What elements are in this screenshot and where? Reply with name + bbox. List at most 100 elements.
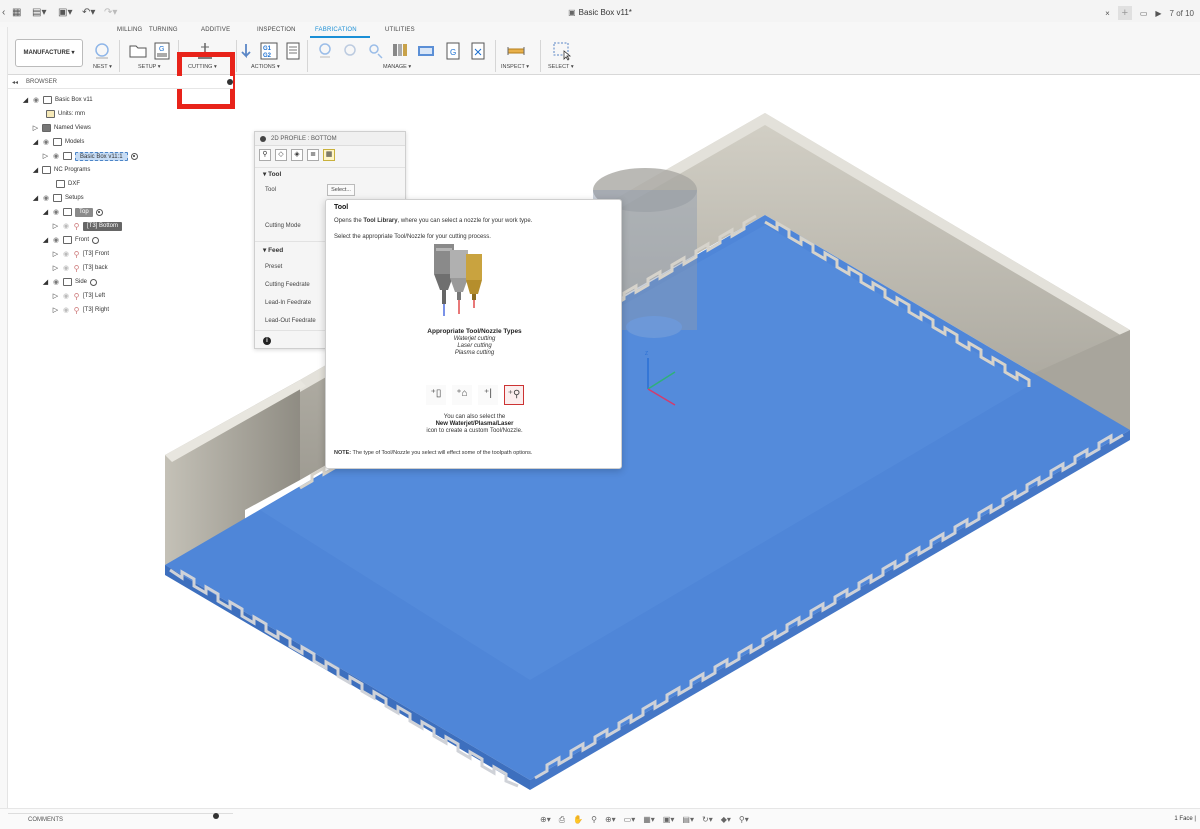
tree-item-root[interactable]: ◢ ◉ Basic Box v11 bbox=[22, 94, 93, 106]
post-doc-icon[interactable] bbox=[468, 41, 488, 61]
collapse-triangle-icon[interactable]: ◢ bbox=[42, 278, 49, 286]
visibility-eye-icon[interactable]: ◉ bbox=[52, 208, 60, 216]
visibility-eye-icon[interactable]: ◉ bbox=[52, 236, 60, 244]
setup-radio[interactable] bbox=[90, 278, 98, 286]
select-window-icon[interactable] bbox=[552, 41, 572, 61]
tree-item-setup-front[interactable]: ◢ ◉ Front bbox=[42, 234, 100, 246]
tab-geometry-icon[interactable]: ◇ bbox=[275, 149, 287, 161]
grid-icon[interactable]: ▦▾ bbox=[643, 815, 655, 825]
nc-program-icon[interactable]: G bbox=[152, 41, 172, 61]
tree-item-op-right[interactable]: ▷ ◉ ⚲ [T3] Right bbox=[52, 304, 109, 316]
nest-group-label[interactable]: NEST ▾ bbox=[93, 64, 112, 70]
select-group-label[interactable]: SELECT ▾ bbox=[548, 64, 574, 70]
tab-tool-icon[interactable]: ⚲ bbox=[259, 149, 271, 161]
filter-icon[interactable]: ⚲▾ bbox=[739, 815, 749, 825]
new-tab-icon[interactable]: + bbox=[1117, 6, 1132, 20]
post-library-icon[interactable] bbox=[365, 41, 385, 61]
visibility-eye-icon[interactable]: ◉ bbox=[52, 152, 60, 160]
tree-item-named-views[interactable]: ▷ Named Views bbox=[32, 122, 91, 134]
select-tool-button[interactable]: Select... bbox=[327, 184, 355, 196]
tree-item-op-front[interactable]: ▷ ◉ ⚲ [T3] Front bbox=[52, 248, 109, 260]
nozzle-library-icon[interactable] bbox=[390, 41, 410, 61]
collapse-triangle-icon[interactable]: ◢ bbox=[22, 96, 29, 104]
tool-section-header[interactable]: ▾ Tool bbox=[263, 170, 281, 178]
activate-radio[interactable] bbox=[130, 152, 138, 160]
tool-library-icon[interactable] bbox=[315, 41, 335, 61]
nc-program-library-icon[interactable]: G bbox=[443, 41, 463, 61]
expand-triangle-icon[interactable]: ▷ bbox=[32, 124, 39, 132]
tree-item-nc-programs[interactable]: ◢ NC Programs bbox=[32, 164, 90, 176]
expand-triangle-icon[interactable]: ▷ bbox=[52, 264, 59, 272]
collapse-triangle-icon[interactable]: ◢ bbox=[32, 138, 39, 146]
collapse-triangle-icon[interactable]: ◢ bbox=[32, 194, 39, 202]
expand-triangle-icon[interactable]: ▷ bbox=[42, 152, 49, 160]
collapse-browser-icon[interactable]: ◂◂ bbox=[12, 79, 18, 86]
expand-triangle-icon[interactable]: ▷ bbox=[52, 292, 59, 300]
tab-inspection[interactable]: INSPECTION bbox=[257, 27, 296, 33]
tree-item-op-back[interactable]: ▷ ◉ ⚲ [T3] back bbox=[52, 262, 108, 274]
tree-item-setups[interactable]: ◢ ◉ Setups bbox=[32, 192, 84, 204]
measure-icon[interactable] bbox=[506, 41, 526, 61]
nest-icon[interactable] bbox=[92, 41, 112, 61]
workspace-switcher-button[interactable]: MANUFACTURE ▾ bbox=[15, 39, 83, 67]
manage-group-label[interactable]: MANAGE ▾ bbox=[383, 64, 411, 70]
tab-turning[interactable]: TURNING bbox=[149, 27, 178, 33]
fit-icon[interactable]: ⊕▾ bbox=[605, 815, 616, 825]
expand-triangle-icon[interactable]: ▷ bbox=[52, 250, 59, 258]
job-status-icon[interactable]: ▶ bbox=[1155, 9, 1161, 18]
tree-item-model[interactable]: ▷ ◉ Basic Box v11:1 bbox=[42, 150, 138, 162]
visibility-eye-icon[interactable]: ◉ bbox=[42, 138, 50, 146]
post-process-icon[interactable]: G1G2 bbox=[259, 41, 279, 61]
tree-item-setup-side[interactable]: ◢ ◉ Side bbox=[42, 276, 98, 288]
tab-additive[interactable]: ADDITIVE bbox=[201, 27, 230, 33]
tab-milling[interactable]: MILLING bbox=[117, 27, 142, 33]
tree-item-dxf[interactable]: DXF bbox=[56, 178, 80, 190]
tab-linking-icon[interactable]: ▦ bbox=[323, 149, 335, 161]
collapse-triangle-icon[interactable]: ◢ bbox=[42, 236, 49, 244]
simulate-icon[interactable] bbox=[236, 41, 256, 61]
browser-options-icon[interactable] bbox=[227, 79, 233, 85]
tree-item-op-left[interactable]: ▷ ◉ ⚲ [T3] Left bbox=[52, 290, 105, 302]
effects-icon[interactable]: ▤▾ bbox=[682, 815, 694, 825]
visibility-eye-icon[interactable]: ◉ bbox=[62, 250, 70, 258]
visibility-eye-icon[interactable]: ◉ bbox=[42, 194, 50, 202]
actions-group-label[interactable]: ACTIONS ▾ bbox=[251, 64, 280, 70]
close-tab-icon[interactable]: × bbox=[1105, 9, 1110, 18]
tab-fabrication[interactable]: FABRICATION bbox=[315, 27, 357, 33]
tree-item-units[interactable]: Units: mm bbox=[46, 108, 85, 120]
expand-triangle-icon[interactable]: ▷ bbox=[52, 306, 59, 314]
orbit-icon[interactable]: ⊕▾ bbox=[540, 815, 551, 825]
tree-item-setup-top[interactable]: ◢ ◉ Top bbox=[42, 206, 103, 218]
viewports-icon[interactable]: ▣▾ bbox=[663, 815, 675, 825]
visibility-eye-icon[interactable]: ◉ bbox=[62, 306, 70, 314]
visibility-eye-icon[interactable]: ◉ bbox=[62, 292, 70, 300]
comments-panel[interactable]: COMMENTS bbox=[8, 813, 233, 825]
collapse-triangle-icon[interactable]: ◢ bbox=[32, 166, 39, 174]
feed-section-header[interactable]: ▾ Feed bbox=[263, 246, 283, 254]
comments-options-icon[interactable] bbox=[213, 813, 219, 819]
tree-item-op-bottom[interactable]: ▷ ◉ ⚲ [T3] Bottom bbox=[52, 220, 123, 232]
tab-heights-icon[interactable]: ◈ bbox=[291, 149, 303, 161]
tab-passes-icon[interactable]: ≣ bbox=[307, 149, 319, 161]
collapse-triangle-icon[interactable]: ◢ bbox=[42, 208, 49, 216]
chat-icon[interactable]: ▭ bbox=[1140, 9, 1148, 18]
visibility-eye-icon[interactable]: ◉ bbox=[62, 222, 70, 230]
visibility-eye-icon[interactable]: ◉ bbox=[32, 96, 40, 104]
pan-icon[interactable]: ✋ bbox=[573, 815, 583, 825]
setup-sheet-icon[interactable] bbox=[283, 41, 303, 61]
inspect-group-label[interactable]: INSPECT ▾ bbox=[501, 64, 529, 70]
zoom-icon[interactable]: ⚲ bbox=[591, 815, 597, 825]
setup-folder-icon[interactable] bbox=[128, 41, 148, 61]
camera-icon[interactable]: ↻▾ bbox=[702, 815, 713, 825]
setup-group-label[interactable]: SETUP ▾ bbox=[138, 64, 161, 70]
machine-library-icon[interactable] bbox=[416, 41, 436, 61]
look-at-icon[interactable]: ⎙ bbox=[559, 815, 565, 825]
setup-radio[interactable] bbox=[92, 236, 100, 244]
tab-utilities[interactable]: UTILITIES bbox=[385, 27, 415, 33]
active-setup-radio[interactable] bbox=[95, 208, 103, 216]
info-icon[interactable]: i bbox=[263, 337, 271, 345]
tree-item-models[interactable]: ◢ ◉ Models bbox=[32, 136, 84, 148]
visibility-eye-icon[interactable]: ◉ bbox=[62, 264, 70, 272]
section-icon[interactable]: ◆▾ bbox=[721, 815, 731, 825]
visibility-eye-icon[interactable]: ◉ bbox=[52, 278, 60, 286]
